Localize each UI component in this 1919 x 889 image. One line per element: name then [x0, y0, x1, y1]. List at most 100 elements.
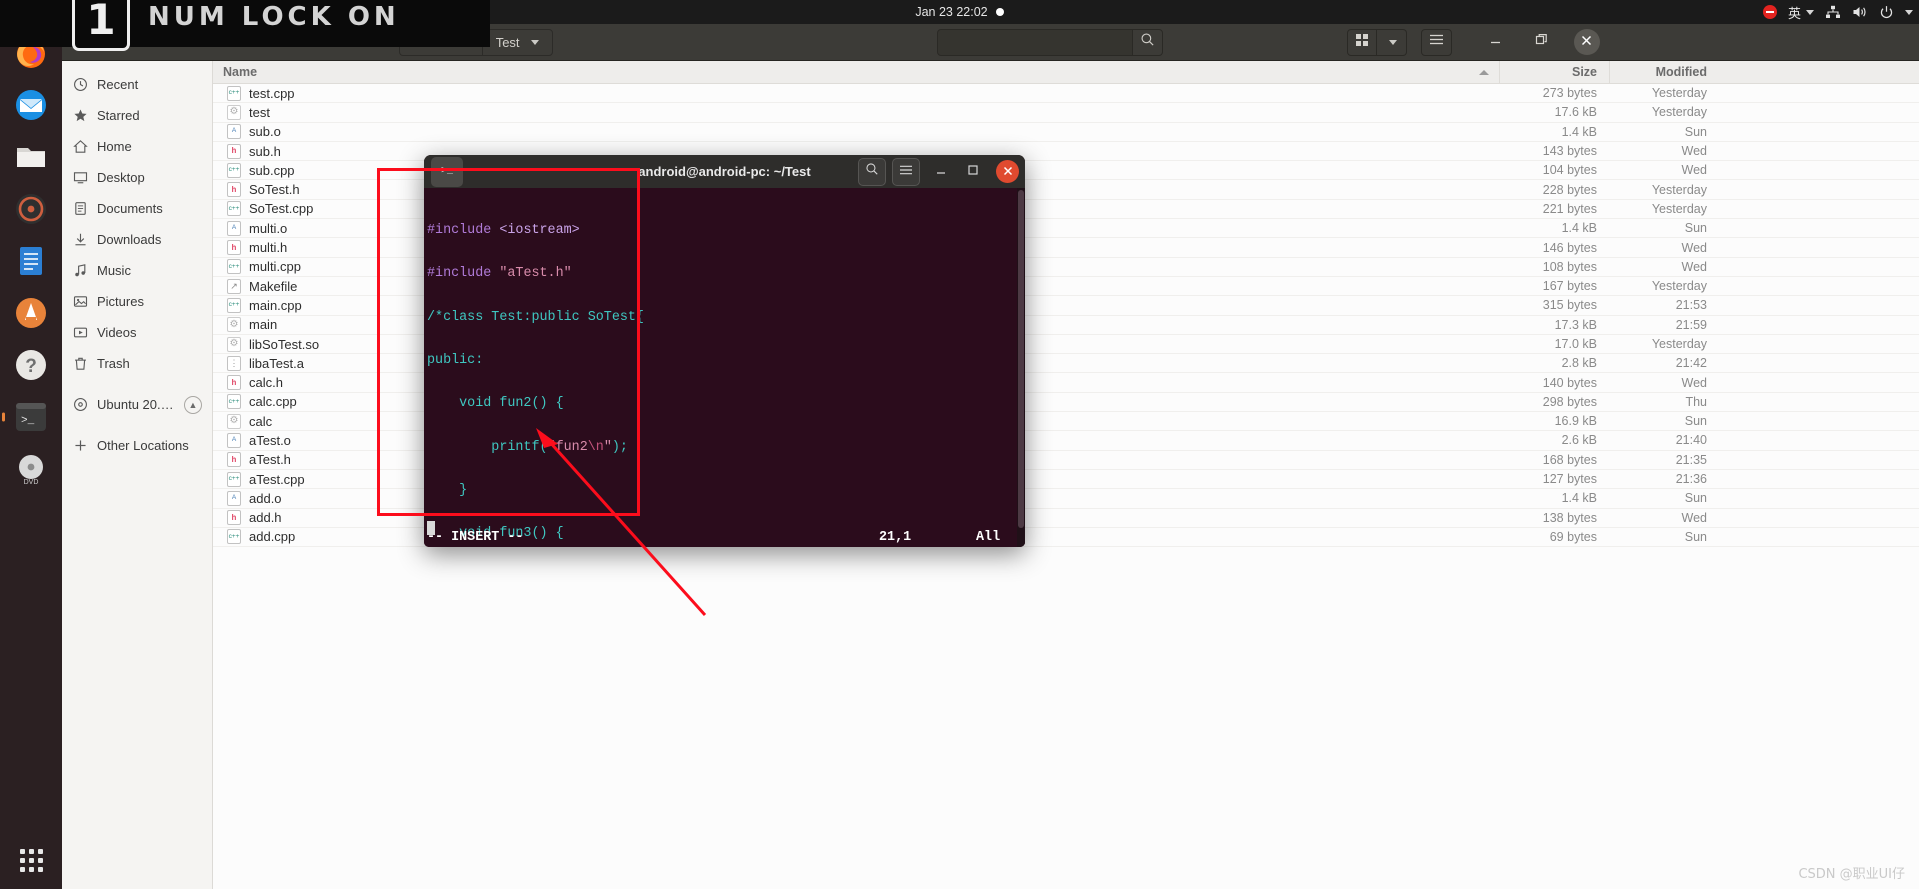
notification-indicator-icon[interactable]: [995, 8, 1004, 16]
input-method-indicator[interactable]: 英: [1788, 3, 1814, 22]
file-modified-cell: 21:40: [1675, 433, 1707, 448]
file-size-cell: 143 bytes: [1542, 144, 1597, 159]
file-modified-cell: Thu: [1685, 394, 1707, 409]
a-file-icon: ⋮: [227, 355, 241, 371]
sidebar-item-other-locations[interactable]: Other Locations: [62, 430, 212, 461]
column-header-modified[interactable]: Modified: [1609, 60, 1719, 84]
network-wired-icon[interactable]: [1825, 5, 1841, 19]
file-modified-cell: Sun: [1684, 491, 1707, 506]
file-name-label: test.cpp: [249, 85, 295, 101]
file-name-cell: Asub.o: [213, 124, 1499, 140]
file-name-label: calc: [249, 413, 273, 429]
volume-icon[interactable]: [1852, 5, 1868, 19]
cpp-file-icon: c++: [227, 529, 241, 545]
dock-item-ubuntu-software[interactable]: [8, 290, 54, 336]
file-row[interactable]: ⚙ test 17.6 kB Yesterday: [213, 103, 1919, 123]
column-header-size[interactable]: Size: [1499, 60, 1609, 84]
sidebar-label: Starred: [97, 108, 140, 123]
sidebar-item-trash[interactable]: Trash: [62, 348, 212, 379]
grid-view-button[interactable]: [1346, 28, 1377, 56]
app-menu-button[interactable]: [1420, 28, 1452, 56]
file-modified-cell: 21:35: [1675, 452, 1707, 467]
chevron-down-icon[interactable]: [1905, 9, 1913, 15]
sidebar-label: Videos: [97, 325, 137, 340]
o-file-icon: A: [227, 220, 241, 236]
dock-item-dvd[interactable]: DVD: [8, 446, 54, 492]
breadcrumb-current-label: Test: [495, 34, 520, 50]
file-row[interactable]: c++ test.cpp 273 bytes Yesterday: [213, 84, 1919, 104]
code-line: }: [427, 483, 468, 499]
dock-item-files[interactable]: [8, 134, 54, 180]
file-size-cell: 168 bytes: [1542, 452, 1597, 467]
sidebar-label: Recent: [97, 77, 139, 92]
terminal-scrollbar[interactable]: [1017, 188, 1025, 547]
file-modified-cell: Wed: [1681, 259, 1707, 274]
grid-icon: [19, 848, 43, 872]
breadcrumb-current[interactable]: Test: [481, 28, 553, 56]
watermark: CSDN @职业UI仔: [1798, 867, 1905, 882]
dock-item-libreoffice-writer[interactable]: [8, 238, 54, 284]
sort-ascending-icon[interactable]: [1469, 61, 1499, 84]
chevron-down-icon: [530, 39, 539, 45]
sidebar-item-downloads[interactable]: Downloads: [62, 224, 212, 255]
file-name-label: sub.cpp: [249, 162, 295, 178]
do-not-disturb-icon[interactable]: [1762, 5, 1777, 19]
desktop-screen: Home Test: [0, 0, 1919, 889]
clock-label[interactable]: Jan 23 22:02: [915, 5, 987, 19]
window-restore-button[interactable]: [1526, 26, 1558, 58]
file-row[interactable]: Asub.o 1.4 kB Sun: [213, 123, 1919, 142]
file-name-label: libSoTest.so: [249, 336, 320, 352]
sidebar-item-starred[interactable]: Starred: [62, 100, 212, 131]
terminal-body[interactable]: #include <iostream> #include "aTest.h" /…: [424, 188, 1025, 547]
sidebar-item-music[interactable]: Music: [62, 255, 212, 286]
numlock-text: NUM LOCK ON: [148, 2, 400, 32]
dock-item-rhythmbox[interactable]: [8, 186, 54, 232]
sidebar-item-ubuntu-disc[interactable]: Ubuntu 20.0... ▲: [62, 389, 212, 420]
o-file-icon: A: [227, 124, 241, 140]
sidebar-item-home[interactable]: Home: [62, 131, 212, 162]
eject-button[interactable]: ▲: [184, 395, 202, 414]
desktop-icon: [72, 170, 88, 185]
sidebar-item-recent[interactable]: Recent: [62, 69, 212, 100]
file-size-cell: 17.3 kB: [1554, 317, 1597, 332]
file-name-label: multi.o: [249, 220, 288, 236]
show-applications-button[interactable]: [8, 837, 54, 883]
window-close-button[interactable]: [1573, 29, 1600, 55]
file-name-label: add.cpp: [249, 529, 296, 545]
file-modified-cell: 21:36: [1675, 472, 1707, 487]
terminal-window[interactable]: >_ android@android-pc: ~/Test #include <…: [424, 155, 1025, 547]
cpp-file-icon: c++: [227, 201, 241, 217]
terminal-close-button[interactable]: [996, 160, 1019, 183]
file-name-label: aTest.cpp: [249, 471, 305, 487]
sidebar-item-pictures[interactable]: Pictures: [62, 286, 212, 317]
search-button[interactable]: [1131, 28, 1163, 56]
window-minimize-button[interactable]: [1480, 26, 1512, 58]
terminal-search-button[interactable]: [858, 157, 886, 186]
dock-item-thunderbird[interactable]: [8, 82, 54, 128]
code-line: public:: [427, 352, 484, 368]
file-size-cell: 69 bytes: [1549, 529, 1597, 544]
pictures-icon: [72, 294, 88, 309]
sidebar-item-videos[interactable]: Videos: [62, 317, 212, 348]
file-name-label: calc.h: [249, 375, 283, 391]
dock-item-help[interactable]: ?: [8, 342, 54, 388]
power-icon[interactable]: [1879, 5, 1894, 20]
search-input[interactable]: [936, 28, 1133, 56]
dock-item-terminal[interactable]: >_: [2, 394, 54, 440]
sidebar-item-desktop[interactable]: Desktop: [62, 162, 212, 193]
column-header-name[interactable]: Name: [213, 61, 1469, 84]
h-file-icon: h: [227, 240, 241, 256]
svg-text:>_: >_: [21, 415, 35, 427]
sidebar-item-documents[interactable]: Documents: [62, 193, 212, 224]
terminal-menu-button[interactable]: [892, 157, 920, 186]
terminal-minimize-button[interactable]: [926, 158, 956, 186]
input-method-label: 英: [1787, 6, 1801, 22]
view-options-button[interactable]: [1376, 28, 1407, 56]
file-modified-cell: Yesterday: [1651, 201, 1707, 216]
chevron-down-icon: [1389, 39, 1398, 45]
file-modified-cell: 21:42: [1675, 356, 1707, 371]
file-name-label: aTest.o: [249, 432, 291, 448]
code-line: #include "aTest.h": [427, 266, 572, 282]
terminal-maximize-button[interactable]: [958, 158, 988, 186]
terminal-title-bar[interactable]: >_ android@android-pc: ~/Test: [424, 155, 1025, 188]
